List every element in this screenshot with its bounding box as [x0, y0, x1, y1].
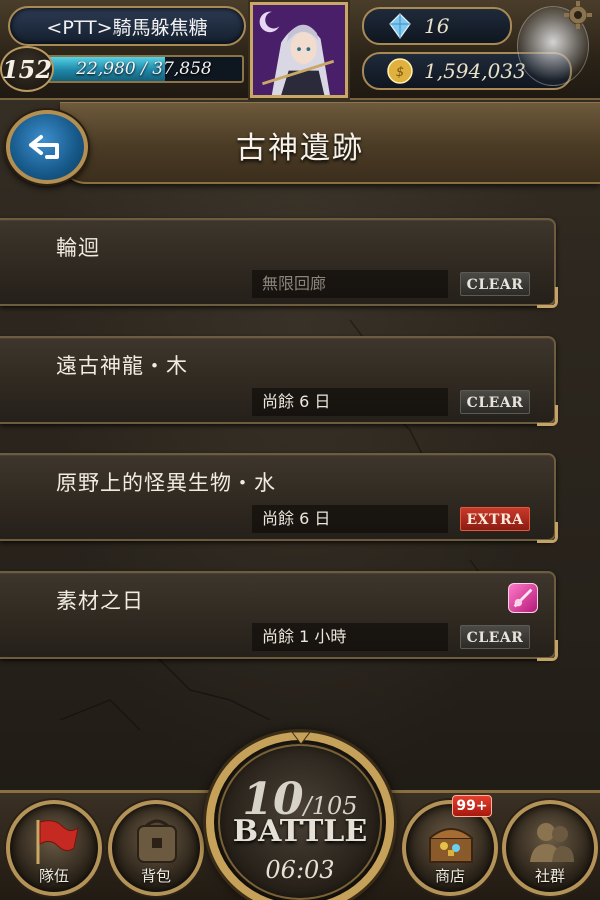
- extra-badge: EXTRA: [460, 507, 530, 531]
- chevron-down-icon: [291, 731, 311, 745]
- nav-shop-label: 商店: [434, 867, 465, 885]
- level-badge: 152: [0, 46, 54, 92]
- nav-team-label: 隊伍: [38, 867, 69, 885]
- flag-icon: [36, 820, 79, 864]
- back-arrow-icon: [29, 135, 59, 159]
- material-gem-icon: [513, 588, 533, 608]
- stage-item[interactable]: 素材之日 尚餘 1 小時 CLEAR: [0, 571, 558, 661]
- material-icon: [508, 583, 538, 613]
- clear-badge: CLEAR: [460, 390, 530, 414]
- stage-item[interactable]: 輪迴 無限回廊 CLEAR: [0, 218, 558, 308]
- back-button[interactable]: [6, 110, 88, 184]
- nav-team-button[interactable]: 隊伍: [6, 800, 102, 896]
- player-name: <PTT>騎馬躲焦糖: [46, 16, 208, 39]
- stage-item[interactable]: 遠古神龍・木 尚餘 6 日 CLEAR: [0, 336, 558, 426]
- diamond-icon: [389, 13, 411, 40]
- page-title: 古神遺跡: [236, 131, 364, 166]
- leader-portrait-icon: [253, 5, 345, 95]
- leader-portrait[interactable]: [250, 2, 348, 98]
- clear-badge: CLEAR: [460, 625, 530, 649]
- stage-subtitle: 尚餘 1 小時: [252, 623, 448, 651]
- friends-icon: [530, 823, 574, 862]
- nav-social-button[interactable]: 社群: [502, 800, 598, 896]
- stage-title: 遠古神龍・木: [56, 354, 188, 378]
- clear-badge: CLEAR: [460, 272, 530, 296]
- battle-button[interactable]: 10/105 BATTLE 06:03: [206, 731, 394, 900]
- coin-icon: $: [387, 58, 413, 84]
- nav-bag-label: 背包: [140, 867, 171, 885]
- exp-bar: 22,980 / 37,858: [44, 55, 244, 83]
- player-name-plate[interactable]: <PTT>騎馬躲焦糖: [8, 6, 246, 46]
- coin-count: 1,594,033: [424, 59, 526, 83]
- stage-subtitle: 尚餘 6 日: [252, 505, 448, 533]
- gem-counter[interactable]: 16: [362, 7, 512, 45]
- bag-icon: [137, 819, 177, 863]
- title-bar: 古神遺跡: [60, 102, 600, 184]
- stage-item[interactable]: 原野上的怪異生物・水 尚餘 6 日 EXTRA: [0, 453, 558, 543]
- nav-social-label: 社群: [534, 867, 565, 885]
- stage-title: 輪迴: [56, 236, 100, 260]
- gem-count: 16: [424, 14, 450, 38]
- stage-subtitle: 無限回廊: [252, 270, 448, 298]
- gear-icon[interactable]: [563, 0, 593, 30]
- stamina-timer: 06:03: [265, 856, 335, 884]
- stage-title: 原野上的怪異生物・水: [56, 471, 276, 495]
- shop-notification-badge: 99+: [452, 795, 492, 817]
- exp-text: 22,980 / 37,858: [76, 59, 212, 79]
- battle-label: BATTLE: [232, 814, 368, 849]
- treasure-chest-icon: [429, 828, 473, 863]
- svg-text:$: $: [396, 65, 404, 80]
- stage-subtitle: 尚餘 6 日: [252, 388, 448, 416]
- nav-bag-button[interactable]: 背包: [108, 800, 204, 896]
- stage-title: 素材之日: [56, 589, 144, 613]
